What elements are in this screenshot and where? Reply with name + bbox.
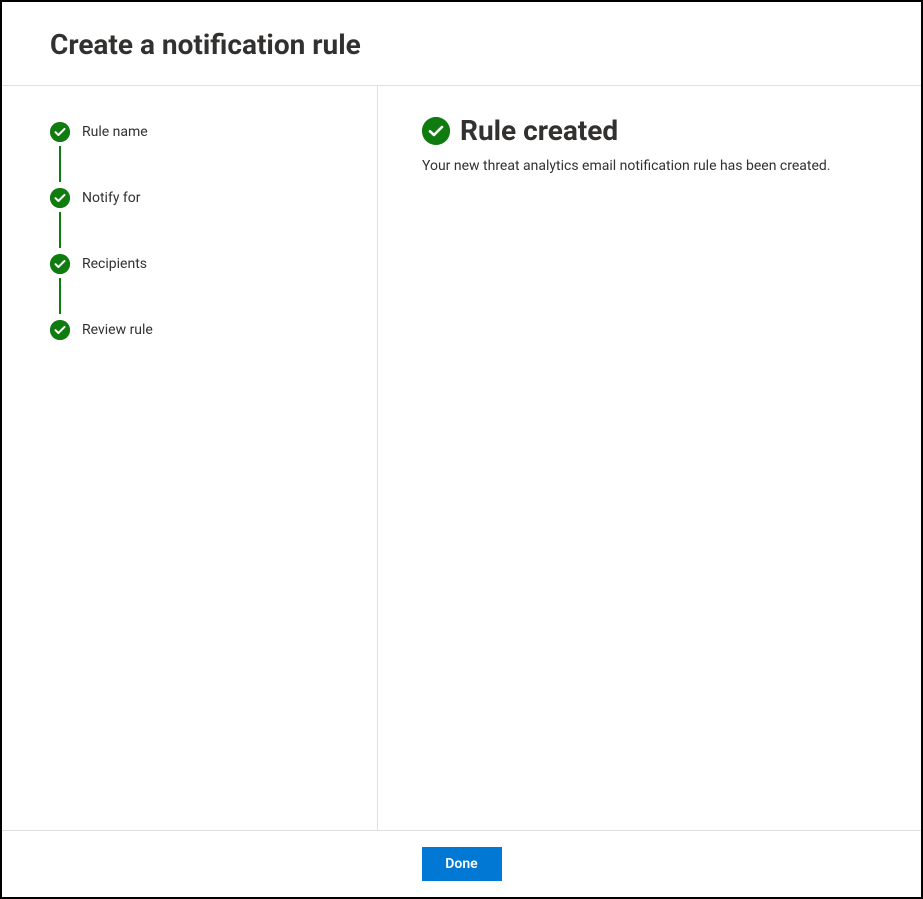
wizard-step-label: Rule name xyxy=(82,122,148,142)
check-circle-icon xyxy=(50,122,70,142)
wizard-step-notify-for[interactable]: Notify for xyxy=(50,188,329,254)
dialog-header: Create a notification rule xyxy=(2,2,921,86)
dialog-frame: Create a notification rule Rule nam xyxy=(0,0,923,899)
check-circle-icon xyxy=(50,188,70,208)
result-heading: Rule created xyxy=(460,116,618,147)
wizard-step-label: Review rule xyxy=(82,320,153,340)
check-circle-icon xyxy=(50,254,70,274)
result-heading-row: Rule created xyxy=(422,116,877,147)
wizard-step-rule-name[interactable]: Rule name xyxy=(50,122,329,188)
dialog-footer: Done xyxy=(2,830,921,897)
step-connector xyxy=(59,212,61,248)
step-connector xyxy=(59,146,61,182)
result-description: Your new threat analytics email notifica… xyxy=(422,157,877,177)
success-check-icon xyxy=(422,117,450,145)
check-circle-icon xyxy=(50,320,70,340)
wizard-step-label: Recipients xyxy=(82,254,147,274)
step-connector xyxy=(59,278,61,314)
wizard-sidebar: Rule name Notify for xyxy=(2,86,378,830)
wizard-step-label: Notify for xyxy=(82,188,141,208)
done-button[interactable]: Done xyxy=(422,847,502,881)
wizard-step-review-rule[interactable]: Review rule xyxy=(50,320,329,344)
dialog-title: Create a notification rule xyxy=(50,28,873,61)
main-content: Rule created Your new threat analytics e… xyxy=(378,86,921,830)
wizard-step-recipients[interactable]: Recipients xyxy=(50,254,329,320)
dialog-body: Rule name Notify for xyxy=(2,86,921,830)
wizard-step-list: Rule name Notify for xyxy=(50,122,329,344)
